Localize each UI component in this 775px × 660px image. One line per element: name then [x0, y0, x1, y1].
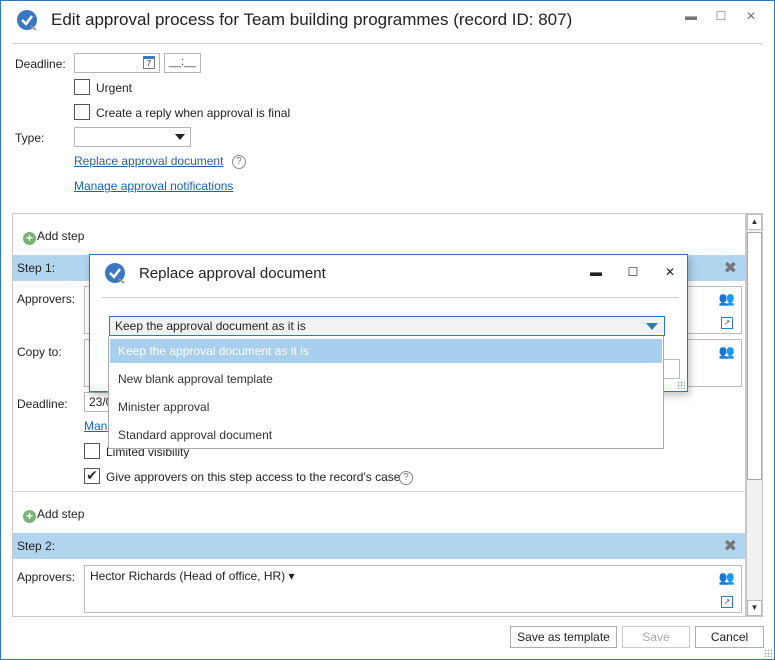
- vertical-scrollbar[interactable]: ▲ ▼: [746, 213, 763, 617]
- dialog-separator: [102, 297, 679, 298]
- step-2-approvers-label: Approvers:: [17, 570, 76, 584]
- add-step-label: Add step: [37, 229, 85, 243]
- add-step-button[interactable]: + Add step: [23, 229, 84, 245]
- title-bar: Edit approval process for Team building …: [1, 1, 774, 41]
- resize-grip[interactable]: [764, 649, 772, 657]
- deadline-time-input[interactable]: __:__: [164, 53, 201, 73]
- minimize-button[interactable]: ▬: [681, 9, 701, 29]
- type-select[interactable]: [74, 127, 191, 147]
- urgent-checkbox[interactable]: [74, 79, 90, 95]
- plus-circle-icon: +: [23, 232, 36, 245]
- add-step-label: Add step: [37, 507, 85, 521]
- limited-visibility-checkbox[interactable]: [84, 443, 100, 459]
- dialog-maximize-button[interactable]: ☐: [623, 265, 643, 285]
- manage-notifications-link[interactable]: Manage approval notifications: [74, 179, 233, 193]
- approval-check-icon: [105, 263, 125, 284]
- dialog-minimize-button[interactable]: ▬: [586, 265, 606, 285]
- document-select[interactable]: Keep the approval document as it is: [109, 316, 665, 336]
- scroll-up-icon[interactable]: ▲: [747, 214, 762, 230]
- title-separator: [13, 43, 762, 44]
- remove-step-2-icon[interactable]: ✖: [724, 536, 737, 556]
- save-button[interactable]: Save: [622, 626, 690, 648]
- scrollbar-thumb[interactable]: [747, 232, 762, 480]
- deadline-label: Deadline:: [15, 57, 66, 71]
- approval-check-icon: [17, 10, 37, 31]
- approver-token[interactable]: Hector Richards (Head of office, HR) ▾: [90, 569, 295, 583]
- expand-icon[interactable]: ↗: [721, 596, 733, 608]
- people-icon[interactable]: 👥: [719, 291, 735, 307]
- add-step-button[interactable]: + Add step: [23, 507, 84, 523]
- option-standard-document[interactable]: Standard approval document: [110, 423, 662, 447]
- help-icon[interactable]: ?: [232, 155, 246, 169]
- replace-document-link[interactable]: Replace approval document: [74, 154, 223, 168]
- chevron-down-icon: [646, 323, 658, 330]
- document-select-value: Keep the approval document as it is: [115, 319, 306, 333]
- plus-circle-icon: +: [23, 510, 36, 523]
- type-label: Type:: [15, 131, 45, 145]
- scroll-down-icon[interactable]: ▼: [747, 600, 762, 616]
- window-title: Edit approval process for Team building …: [51, 10, 573, 29]
- reply-checkbox[interactable]: [74, 104, 90, 120]
- step-2-approvers-field[interactable]: Hector Richards (Head of office, HR) ▾ 👥…: [84, 565, 742, 613]
- option-new-blank-template[interactable]: New blank approval template: [110, 367, 662, 391]
- step-separator: [13, 491, 745, 492]
- maximize-button[interactable]: ☐: [711, 9, 731, 29]
- calendar-icon[interactable]: 7: [143, 56, 155, 69]
- step-1-title: Step 1:: [17, 261, 56, 275]
- step-2-title: Step 2:: [17, 539, 56, 553]
- document-options-list: Keep the approval document as it is New …: [108, 336, 664, 449]
- people-icon[interactable]: 👥: [719, 344, 735, 360]
- expand-icon[interactable]: ↗: [721, 317, 733, 329]
- cancel-button[interactable]: Cancel: [695, 626, 764, 648]
- deadline-date-input[interactable]: 7: [74, 53, 160, 73]
- give-access-checkbox[interactable]: ✔: [84, 468, 100, 484]
- option-minister-approval[interactable]: Minister approval: [110, 395, 662, 419]
- step-1-approvers-label: Approvers:: [17, 292, 76, 306]
- dialog-title: Replace approval document: [139, 265, 326, 282]
- step-2-header: Step 2: ✖: [13, 533, 745, 559]
- urgent-label: Urgent: [96, 81, 133, 95]
- chevron-down-icon: [175, 134, 185, 140]
- people-icon[interactable]: 👥: [719, 570, 735, 586]
- reply-label: Create a reply when approval is final: [96, 106, 291, 120]
- step-1-copy-to-label: Copy to:: [17, 345, 62, 359]
- option-keep-document[interactable]: Keep the approval document as it is: [110, 339, 662, 363]
- give-access-label: Give approvers on this step access to th…: [106, 470, 401, 484]
- save-as-template-button[interactable]: Save as template: [510, 626, 617, 648]
- remove-step-1-icon[interactable]: ✖: [724, 258, 737, 278]
- close-button[interactable]: ✕: [741, 9, 761, 29]
- step-1-deadline-label: Deadline:: [17, 397, 68, 411]
- help-icon[interactable]: ?: [399, 471, 413, 485]
- dialog-close-button[interactable]: ✕: [660, 265, 680, 285]
- dialog-resize-grip[interactable]: [677, 381, 685, 389]
